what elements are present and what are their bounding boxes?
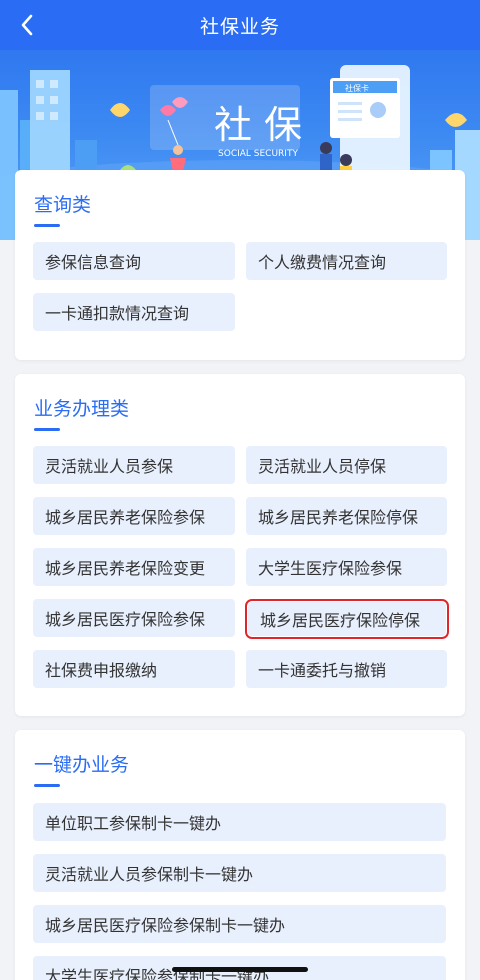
query-section-title: 查询类: [34, 194, 92, 216]
onekey-item-employee[interactable]: 单位职工参保制卡一键办: [33, 803, 446, 841]
nav-bar: 社保业务: [0, 0, 480, 50]
query-item-card-deduction[interactable]: 一卡通扣款情况查询: [33, 293, 235, 331]
onekey-item-resident-medical[interactable]: 城乡居民医疗保险参保制卡一键办: [33, 905, 446, 943]
onekey-title-underline: [34, 784, 60, 787]
chevron-left-icon: [21, 14, 33, 36]
banner-main-text: 社 保: [214, 103, 302, 147]
onekey-item-flex[interactable]: 灵活就业人员参保制卡一键办: [33, 854, 446, 892]
business-section-title: 业务办理类: [34, 398, 130, 420]
query-item-personal-payment[interactable]: 个人缴费情况查询: [246, 242, 447, 280]
onekey-section-title: 一键办业务: [34, 754, 130, 776]
business-title-underline: [34, 428, 60, 431]
business-item-student-medical-enroll[interactable]: 大学生医疗保险参保: [246, 548, 447, 586]
business-item-flex-stop[interactable]: 灵活就业人员停保: [246, 446, 447, 484]
business-item-pension-change[interactable]: 城乡居民养老保险变更: [33, 548, 235, 586]
query-section: 查询类 参保信息查询 个人缴费情况查询 一卡通扣款情况查询: [15, 170, 465, 360]
banner-card-text: 社保卡: [345, 83, 369, 93]
business-item-medical-stop[interactable]: 城乡居民医疗保险停保: [245, 599, 449, 639]
back-button[interactable]: [12, 10, 42, 40]
business-item-fee-declare[interactable]: 社保费申报缴纳: [33, 650, 235, 688]
business-item-medical-enroll[interactable]: 城乡居民医疗保险参保: [33, 599, 235, 637]
query-item-insurance-info[interactable]: 参保信息查询: [33, 242, 235, 280]
query-title-underline: [34, 224, 60, 227]
business-section: 业务办理类 灵活就业人员参保 灵活就业人员停保 城乡居民养老保险参保 城乡居民养…: [15, 374, 465, 716]
banner-sub-text: SOCIAL SECURITY: [218, 149, 298, 159]
page-title: 社保业务: [199, 15, 280, 38]
business-item-card-entrust[interactable]: 一卡通委托与撤销: [246, 650, 447, 688]
business-item-pension-stop[interactable]: 城乡居民养老保险停保: [246, 497, 447, 535]
home-indicator: [172, 967, 308, 972]
business-item-flex-enroll[interactable]: 灵活就业人员参保: [33, 446, 235, 484]
onekey-section: 一键办业务 单位职工参保制卡一键办 灵活就业人员参保制卡一键办 城乡居民医疗保险…: [15, 730, 465, 980]
business-item-pension-enroll[interactable]: 城乡居民养老保险参保: [33, 497, 235, 535]
